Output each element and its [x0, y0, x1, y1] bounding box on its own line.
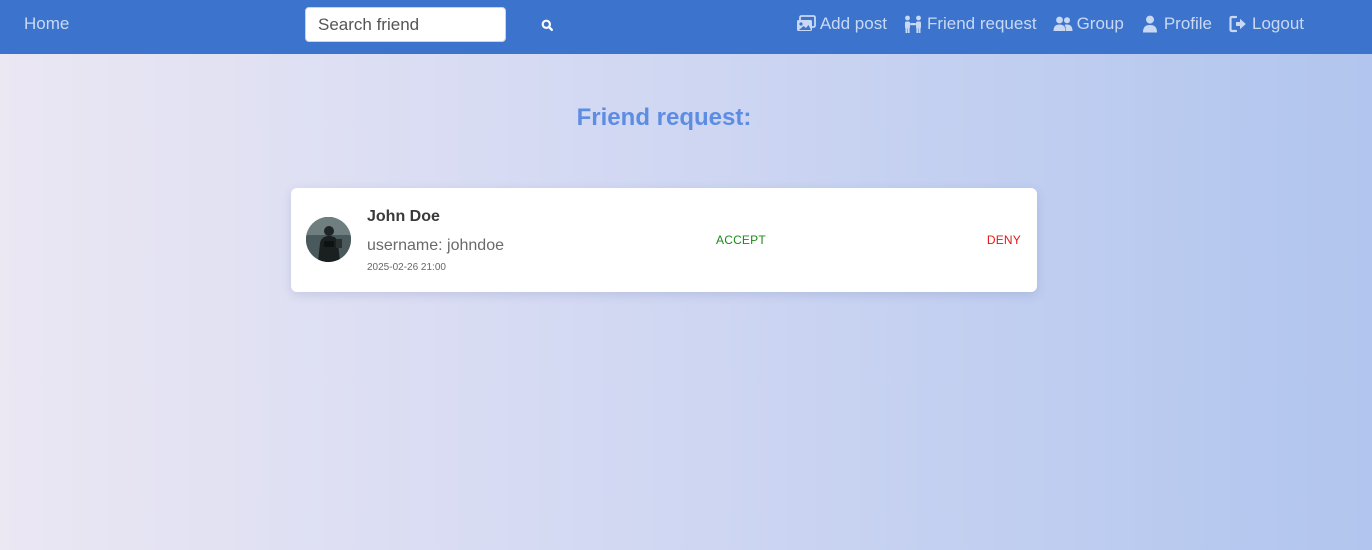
search-icon	[541, 19, 554, 32]
requester-username: username: johndoe	[367, 237, 504, 254]
image-add-icon	[796, 15, 816, 33]
requester-name: John Doe	[367, 208, 440, 225]
nav-group[interactable]: Group	[1053, 14, 1124, 34]
search-button[interactable]	[538, 16, 558, 36]
nav-logout[interactable]: Logout	[1228, 14, 1304, 34]
nav-logout-label: Logout	[1252, 14, 1304, 33]
nav-profile-label: Profile	[1163, 14, 1212, 33]
nav-friend-request[interactable]: Friend request	[903, 14, 1037, 34]
search-friend-input[interactable]	[305, 7, 506, 42]
user-icon	[1140, 15, 1160, 33]
page-title: Friend request:	[576, 104, 752, 131]
avatar	[306, 217, 351, 262]
nav-add-post-label: Add post	[819, 14, 887, 33]
nav-group-label: Group	[1076, 14, 1124, 33]
accept-button[interactable]: ACCEPT	[716, 233, 766, 247]
request-timestamp: 2025-02-26 21:00	[367, 262, 446, 273]
home-link[interactable]: Home	[24, 14, 69, 34]
nav-add-post[interactable]: Add post	[796, 14, 887, 34]
nav-friend-request-label: Friend request	[926, 14, 1037, 33]
user-pair-icon	[903, 15, 923, 33]
nav-profile[interactable]: Profile	[1140, 14, 1212, 34]
nav-links: Add post Friend request Group Profile Lo…	[796, 14, 1304, 34]
users-icon	[1053, 15, 1073, 33]
deny-button[interactable]: DENY	[987, 233, 1021, 247]
logout-icon	[1228, 15, 1248, 33]
friend-request-card: John Doe username: johndoe 2025-02-26 21…	[291, 188, 1037, 292]
top-navbar: Home Add post	[0, 0, 1372, 54]
